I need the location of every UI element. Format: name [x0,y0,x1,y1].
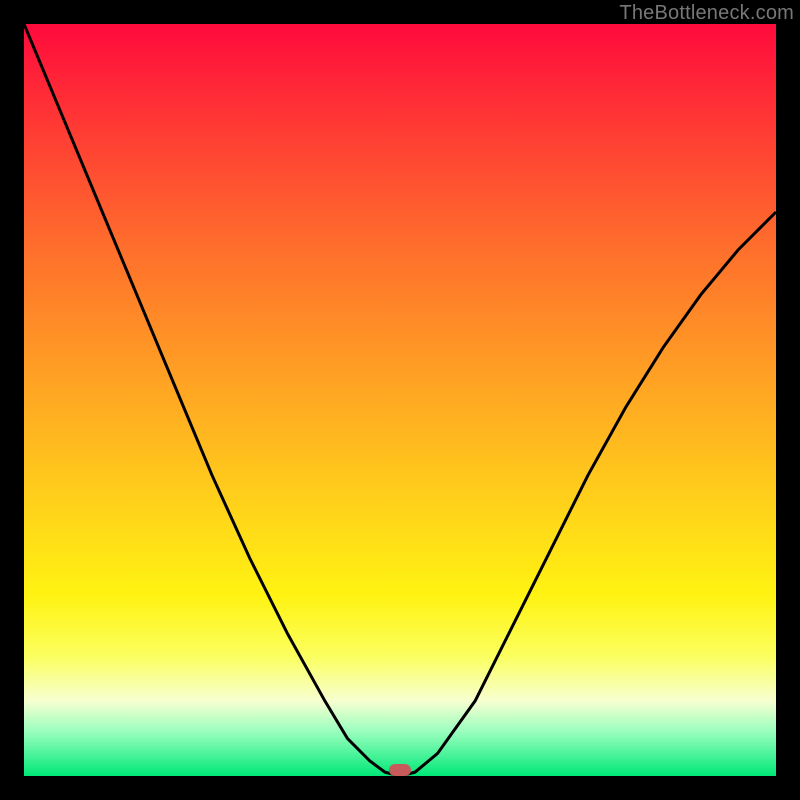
curve-line [24,24,776,776]
minimum-marker [389,764,411,776]
bottleneck-curve [24,24,776,776]
plot-area [24,24,776,776]
watermark-text: TheBottleneck.com [619,2,794,25]
chart-frame: TheBottleneck.com [0,0,800,800]
